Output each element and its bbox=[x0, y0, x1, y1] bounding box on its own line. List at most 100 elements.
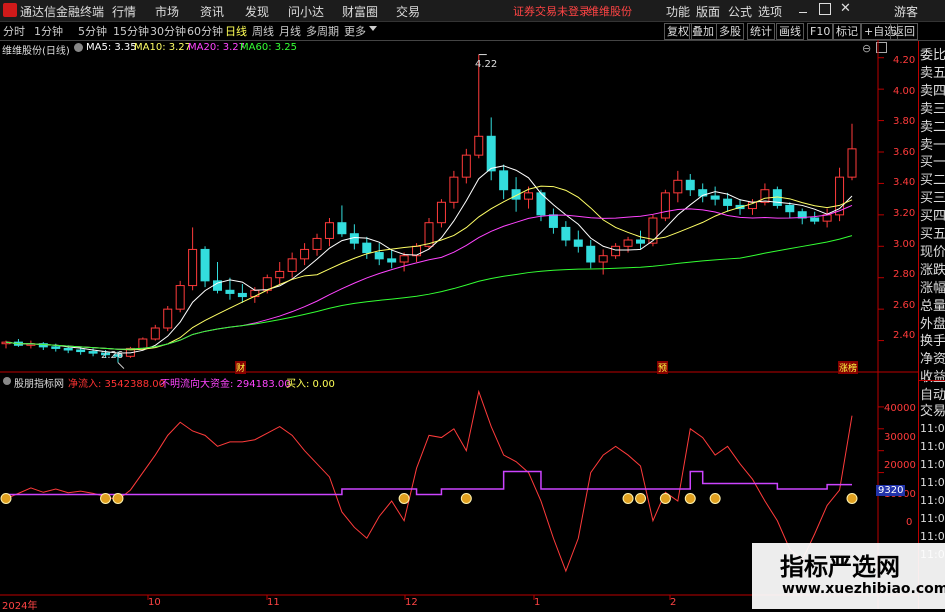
menu-quotes[interactable]: 行情 bbox=[112, 3, 136, 20]
tab-daily[interactable]: 日线 bbox=[225, 23, 247, 39]
indicator-value-tag: 9320 bbox=[876, 485, 906, 496]
tab-60min[interactable]: 60分钟 bbox=[187, 23, 223, 39]
candle-body bbox=[200, 248, 210, 282]
finance-marker[interactable]: 财 bbox=[235, 361, 247, 374]
candle-body bbox=[188, 248, 198, 287]
quote-label[interactable]: 换手 bbox=[920, 330, 945, 349]
menu-trade[interactable]: 交易 bbox=[396, 3, 420, 20]
quote-label[interactable]: 现价 bbox=[920, 241, 945, 260]
quote-label[interactable]: 卖五 bbox=[920, 62, 945, 81]
candle-body bbox=[324, 222, 334, 239]
candle-body bbox=[673, 179, 683, 194]
trade-time: 11:07 bbox=[920, 494, 945, 507]
menu-layout[interactable]: 版面 bbox=[696, 3, 720, 20]
minimize-icon[interactable] bbox=[797, 3, 809, 15]
net-inflow-label: 净流入: 3542388.00 bbox=[68, 379, 165, 390]
close-icon[interactable]: ✕ bbox=[840, 1, 851, 16]
buy-signal-icon[interactable] bbox=[846, 492, 858, 504]
price-tick: 2.80 bbox=[893, 269, 916, 281]
quote-label[interactable]: 涨幅 bbox=[920, 277, 945, 296]
menu-discover[interactable]: 发现 bbox=[245, 3, 269, 20]
menu-news[interactable]: 资讯 bbox=[200, 3, 224, 20]
trade-time: 11:07 bbox=[920, 512, 945, 525]
quote-label[interactable]: 买五 bbox=[920, 223, 945, 242]
restore-rights-button[interactable]: 复权 bbox=[664, 23, 692, 40]
buy-signal-icon[interactable] bbox=[398, 492, 410, 504]
trade-time: 11:07 bbox=[920, 476, 945, 489]
quote-label[interactable]: 买二 bbox=[920, 169, 945, 188]
quote-label[interactable]: 收益 bbox=[920, 366, 945, 385]
buy-signal-icon[interactable] bbox=[709, 492, 721, 504]
price-tick: 3.40 bbox=[893, 177, 916, 189]
candle-body bbox=[785, 204, 795, 213]
tab-multi-period[interactable]: 多周期 bbox=[306, 23, 339, 39]
multi-stock-button[interactable]: 多股 bbox=[716, 23, 744, 40]
candle-body bbox=[760, 189, 770, 203]
buy-signal-icon[interactable] bbox=[635, 492, 646, 504]
buy-signal-icon[interactable] bbox=[622, 492, 634, 504]
candle-body bbox=[573, 239, 583, 247]
chevron-down-icon[interactable] bbox=[369, 26, 377, 31]
tab-5min[interactable]: 5分钟 bbox=[78, 23, 107, 39]
quote-label[interactable]: 买四 bbox=[920, 205, 945, 224]
tab-more[interactable]: 更多 bbox=[344, 23, 366, 39]
draw-line-button[interactable]: 画线 bbox=[776, 23, 804, 40]
menu-function[interactable]: 功能 bbox=[666, 3, 690, 20]
tab-monthly[interactable]: 月线 bbox=[279, 23, 301, 39]
statistics-button[interactable]: 统计 bbox=[747, 23, 775, 40]
quote-panel: 委比 卖五 卖四 卖三 卖二 卖一 买一 买二 买三 买四 买五 现价 涨跌 涨幅 总量 外盘 换手 净资 收益 自动… bbox=[918, 41, 945, 609]
candle-body bbox=[362, 242, 372, 254]
quote-label[interactable]: 买三 bbox=[920, 187, 945, 206]
quote-label[interactable]: 净资 bbox=[920, 348, 945, 367]
auto-trade-label[interactable]: 交易 bbox=[920, 400, 945, 419]
buy-signal-icon[interactable] bbox=[100, 492, 112, 504]
menu-wealth-circle[interactable]: 财富圈 bbox=[342, 3, 378, 20]
x-label-2024: 2024年 bbox=[2, 601, 38, 612]
low-leader-line bbox=[117, 362, 125, 369]
f10-button[interactable]: F10 bbox=[807, 23, 834, 40]
tab-1min[interactable]: 1分钟 bbox=[34, 23, 63, 39]
overlay-button[interactable]: 叠加 bbox=[689, 23, 717, 40]
menu-options[interactable]: 选项 bbox=[758, 3, 782, 20]
top-gainers-marker[interactable]: 涨榜 bbox=[838, 361, 859, 374]
kline-chart[interactable] bbox=[0, 40, 918, 609]
quote-label[interactable]: 卖三 bbox=[920, 98, 945, 117]
candle-body bbox=[611, 245, 621, 257]
candle-body bbox=[636, 239, 645, 244]
buy-signal-icon[interactable] bbox=[659, 492, 671, 504]
buy-signal-icon[interactable] bbox=[112, 492, 124, 504]
maximize-icon[interactable] bbox=[819, 3, 831, 15]
quote-label[interactable]: 买一 bbox=[920, 151, 945, 170]
menu-market[interactable]: 市场 bbox=[155, 3, 179, 20]
tab-30min[interactable]: 30分钟 bbox=[150, 23, 186, 39]
quote-label[interactable]: 卖四 bbox=[920, 80, 945, 99]
quote-label[interactable]: 总量 bbox=[920, 295, 945, 314]
guest-label[interactable]: 游客 bbox=[894, 3, 918, 20]
candle-body bbox=[710, 195, 720, 200]
tab-15min[interactable]: 15分钟 bbox=[113, 23, 149, 39]
candle-body bbox=[300, 248, 310, 260]
mark-button[interactable]: 标记 bbox=[833, 23, 861, 40]
menu-ask[interactable]: 问小达 bbox=[288, 3, 324, 20]
tab-intraday[interactable]: 分时 bbox=[3, 23, 25, 39]
trade-time: 11:07 bbox=[920, 422, 945, 435]
back-button[interactable]: 返回 bbox=[890, 23, 918, 40]
quote-label[interactable]: 卖二 bbox=[920, 116, 945, 135]
buy-signal-icon[interactable] bbox=[684, 492, 696, 504]
candle-body bbox=[499, 170, 509, 191]
quote-label[interactable]: 涨跌 bbox=[920, 259, 945, 278]
forecast-marker[interactable]: 预 bbox=[657, 361, 669, 374]
indicator-name[interactable]: 股朋指标网 bbox=[14, 375, 64, 390]
buy-signal-icon[interactable] bbox=[0, 492, 12, 504]
buy-signal-icon[interactable] bbox=[460, 492, 472, 504]
tab-weekly[interactable]: 周线 bbox=[252, 23, 274, 39]
menu-formula[interactable]: 公式 bbox=[728, 3, 752, 20]
trade-time: 11:07 bbox=[920, 440, 945, 453]
quote-label[interactable]: 委比 bbox=[920, 44, 945, 63]
login-notice[interactable]: 证券交易未登录 bbox=[513, 3, 590, 19]
quote-label[interactable]: 卖一 bbox=[920, 134, 945, 153]
notice-stock: 维维股份 bbox=[588, 5, 632, 18]
price-tick: 3.00 bbox=[893, 238, 916, 250]
quote-label[interactable]: 外盘 bbox=[920, 313, 945, 332]
indicator-settings-icon[interactable] bbox=[3, 377, 11, 385]
